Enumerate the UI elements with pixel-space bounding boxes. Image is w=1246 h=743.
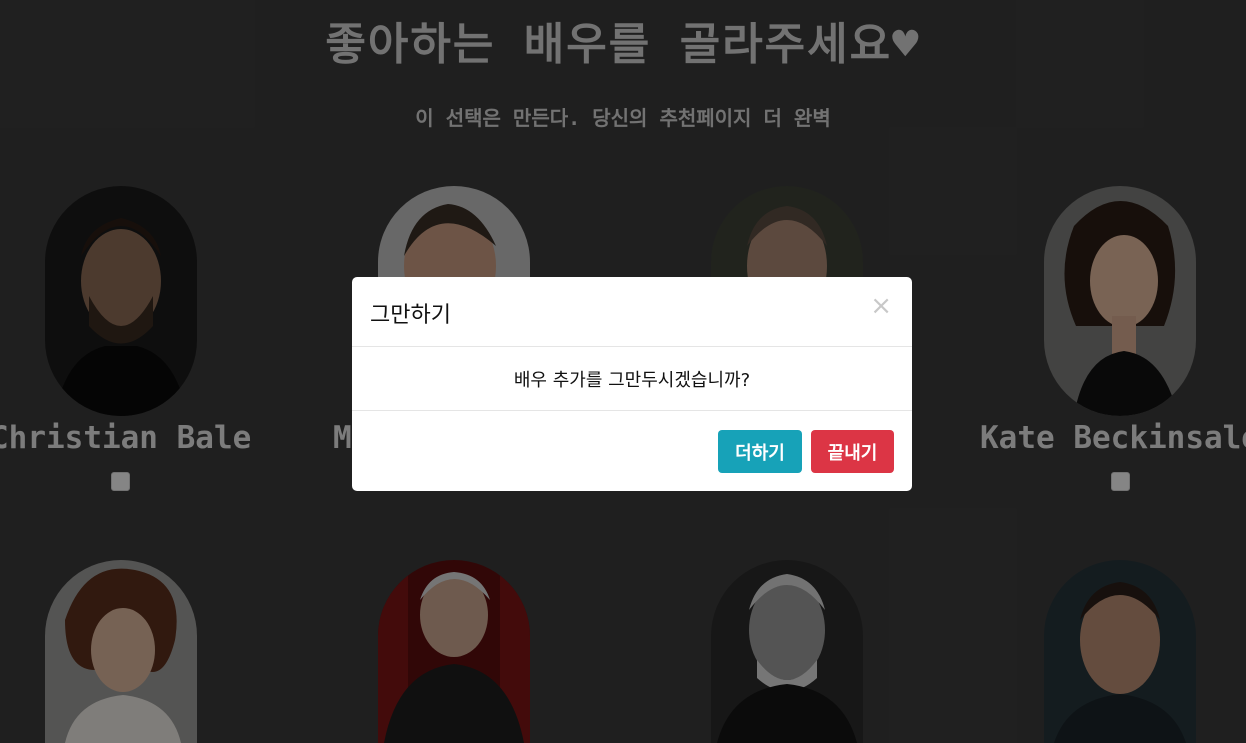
dialog-header: 그만하기 ×: [352, 277, 912, 347]
add-button[interactable]: 더하기: [718, 430, 802, 473]
end-button[interactable]: 끝내기: [811, 430, 894, 473]
dialog-title: 그만하기: [370, 303, 451, 328]
quit-dialog: 그만하기 × 배우 추가를 그만두시겠습니까? 더하기 끝내기: [352, 277, 912, 491]
dialog-message: 배우 추가를 그만두시겠습니까?: [513, 370, 751, 391]
close-icon[interactable]: ×: [870, 293, 892, 319]
dialog-body: 배우 추가를 그만두시겠습니까?: [352, 347, 912, 411]
